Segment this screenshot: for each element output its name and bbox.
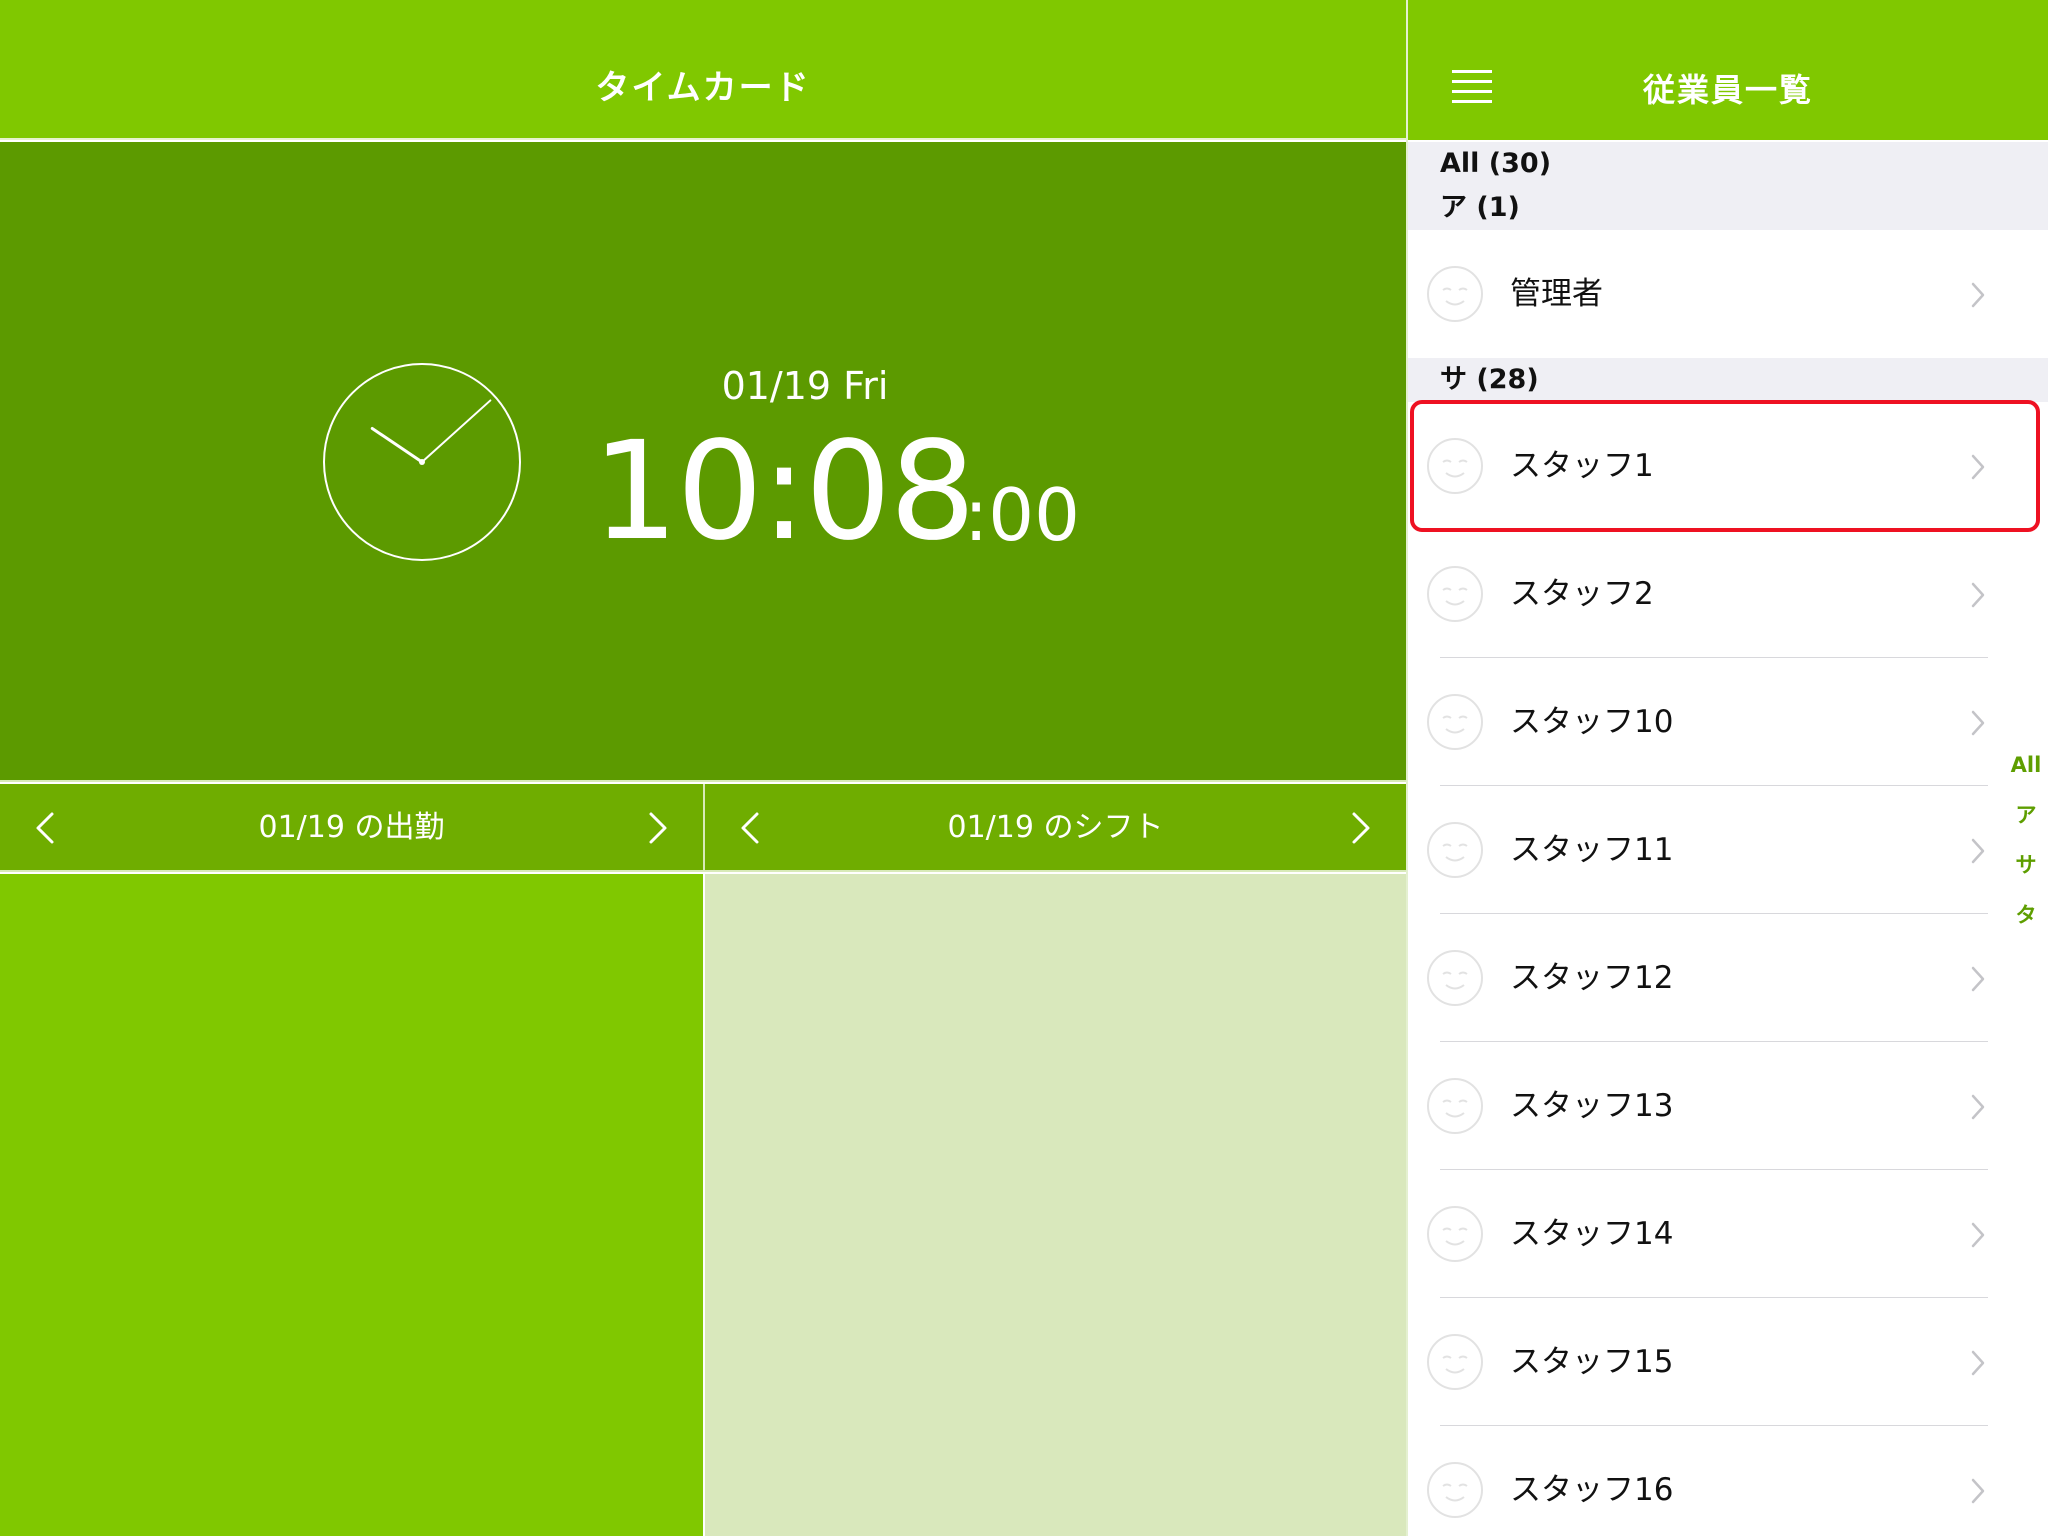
index-sa[interactable]: サ	[2004, 840, 2048, 890]
chevron-right-icon	[1971, 710, 1985, 736]
employee-name: スタッフ10	[1510, 704, 1674, 740]
attendance-nav: 01/19 の出勤	[0, 784, 703, 872]
chevron-right-icon	[1971, 838, 1985, 864]
employee-list-pane: 従業員一覧 All (30) ア (1) 管理者 サ (28) スタッフ1 スタッ…	[1408, 0, 2048, 1536]
employee-list-title: 従業員一覧	[1642, 71, 1813, 109]
clock-minute-hand	[421, 399, 492, 463]
clock-panel: 01/19 Fri 10:08 :00	[0, 142, 1406, 782]
chevron-right-icon	[1971, 1350, 1985, 1376]
employee-name: スタッフ1	[1510, 448, 1654, 484]
employee-row[interactable]: 管理者	[1408, 230, 2048, 358]
avatar-icon	[1427, 950, 1483, 1006]
avatar-icon	[1427, 694, 1483, 750]
chevron-right-icon	[1971, 1478, 1985, 1504]
analog-clock-icon	[323, 363, 521, 561]
employee-name: スタッフ11	[1510, 832, 1674, 868]
chevron-right-icon	[1971, 1222, 1985, 1248]
attendance-list-area	[0, 874, 703, 1536]
employee-row[interactable]: スタッフ14	[1408, 1170, 2048, 1298]
employee-row[interactable]: スタッフ15	[1408, 1298, 2048, 1426]
current-date: 01/19 Fri	[721, 364, 889, 408]
employee-name: スタッフ16	[1510, 1472, 1674, 1508]
timecard-header: タイムカード	[0, 0, 1406, 140]
shift-nav: 01/19 のシフト	[705, 784, 1406, 872]
employee-row[interactable]: スタッフ10	[1408, 658, 2048, 786]
employee-name: スタッフ13	[1510, 1088, 1674, 1124]
employee-name: スタッフ15	[1510, 1344, 1674, 1380]
employee-row[interactable]: スタッフ12	[1408, 914, 2048, 1042]
avatar-icon	[1427, 1206, 1483, 1262]
employee-row[interactable]: スタッフ11	[1408, 786, 2048, 914]
employee-row[interactable]: スタッフ2	[1408, 530, 2048, 658]
employee-row[interactable]: スタッフ1	[1408, 402, 2048, 530]
section-sa-label: サ (28)	[1440, 364, 1539, 395]
chevron-right-icon	[1971, 582, 1985, 608]
shift-nav-title: 01/19 のシフト	[947, 810, 1164, 845]
avatar-icon	[1427, 1334, 1483, 1390]
avatar-icon	[1427, 1462, 1483, 1518]
employee-name: 管理者	[1510, 276, 1603, 312]
avatar-icon	[1427, 566, 1483, 622]
clock-hour-hand	[370, 426, 424, 464]
chevron-right-icon	[1971, 282, 1985, 308]
chevron-right-icon	[1971, 966, 1985, 992]
index-a[interactable]: ア	[2004, 790, 2048, 840]
current-time: 10:08	[592, 413, 976, 571]
shift-next-arrow-icon[interactable]	[1338, 806, 1382, 850]
attendance-next-arrow-icon[interactable]	[635, 806, 679, 850]
avatar-icon	[1427, 266, 1483, 322]
employee-row[interactable]: スタッフ16	[1408, 1426, 2048, 1536]
timecard-pane: タイムカード 01/19 Fri 10:08 :00 01/19 の出勤 01/…	[0, 0, 1406, 1536]
avatar-icon	[1427, 822, 1483, 878]
chevron-right-icon	[1971, 454, 1985, 480]
section-a-label: ア (1)	[1440, 192, 1520, 223]
chevron-right-icon	[1971, 1094, 1985, 1120]
section-header-sa: サ (28)	[1408, 358, 2048, 402]
attendance-nav-title: 01/19 の出勤	[258, 810, 445, 845]
shift-list-area	[705, 874, 1406, 1536]
employee-name: スタッフ12	[1510, 960, 1674, 996]
index-all[interactable]: All	[2004, 740, 2048, 790]
avatar-icon	[1427, 438, 1483, 494]
employee-row[interactable]: スタッフ13	[1408, 1042, 2048, 1170]
avatar-icon	[1427, 1078, 1483, 1134]
employee-name: スタッフ2	[1510, 576, 1654, 612]
employee-name: スタッフ14	[1510, 1216, 1674, 1252]
employee-list-header: 従業員一覧	[1408, 0, 2048, 140]
section-index-bar: All ア サ タ	[2004, 740, 2048, 940]
all-count-label: All (30)	[1440, 148, 1552, 179]
timecard-title: タイムカード	[595, 68, 811, 108]
index-ta[interactable]: タ	[2004, 890, 2048, 940]
section-header-a: All (30) ア (1)	[1408, 142, 2048, 230]
current-seconds: :00	[964, 473, 1080, 557]
